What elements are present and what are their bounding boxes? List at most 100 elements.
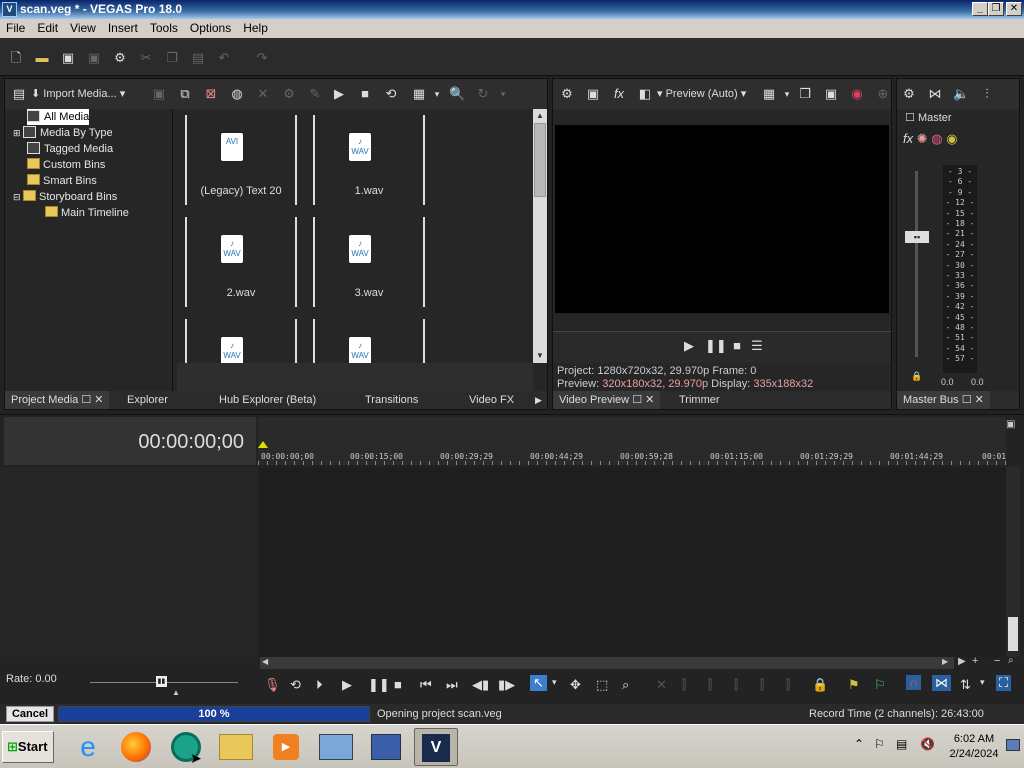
scroll-right-icon[interactable]: ▶ <box>942 657 948 666</box>
media-thumb[interactable]: AVI (Legacy) Text 20 <box>177 115 305 217</box>
preview-stop-icon[interactable]: ■ <box>729 338 745 354</box>
bypass-fx-icon[interactable]: ◉ <box>946 131 957 146</box>
envelope-tool-icon[interactable]: ✥ <box>570 677 581 693</box>
preview-menu-icon[interactable]: ☰ <box>749 338 765 354</box>
mute-speaker-icon[interactable]: 🔈 <box>953 86 969 102</box>
ripple-edit-icon[interactable]: ⇅ <box>960 677 971 693</box>
undo-icon[interactable]: ↶ <box>216 50 232 66</box>
tab-transitions[interactable]: Transitions <box>365 391 418 409</box>
new-project-icon[interactable]: 🗋 <box>8 50 24 66</box>
volume-muted-icon[interactable]: 🔇 <box>920 737 935 751</box>
views-icon[interactable]: ▦ <box>411 86 427 102</box>
media-thumb[interactable]: ♪ WAV 3.wav <box>305 217 433 319</box>
record-icon[interactable]: ◉ <box>849 86 865 102</box>
tree-item-main-timeline[interactable]: Main Timeline <box>45 205 129 221</box>
play-from-start-icon[interactable]: ⏵ <box>316 677 323 693</box>
zoom-tool-icon[interactable]: ⌕ <box>1008 655 1014 666</box>
normal-edit-tool-icon[interactable]: ↖ <box>530 675 547 691</box>
tab-video-preview[interactable]: Video Preview ☐ ✕ <box>553 391 661 409</box>
go-to-end-icon[interactable]: ⏭ <box>446 677 458 693</box>
menu-help[interactable]: Help <box>237 19 274 38</box>
lock-icon[interactable]: 🔒 <box>911 371 922 382</box>
overlays-grid-icon[interactable]: ▦ <box>761 86 777 102</box>
internet-explorer-icon[interactable]: e <box>66 728 110 766</box>
trim-end-icon[interactable]: ⫿ <box>708 677 712 693</box>
media-fx-icon[interactable]: ◍ <box>229 86 245 102</box>
maximize-icon[interactable]: ☐ <box>81 394 91 406</box>
video-preview-screen[interactable] <box>555 125 889 313</box>
restore-button[interactable]: ❐ <box>988 2 1004 16</box>
media-generator-icon[interactable]: ✎ <box>307 86 323 102</box>
media-thumb[interactable]: ♪ WAV 2.wav <box>177 217 305 319</box>
minimize-button[interactable]: _ <box>972 2 988 16</box>
collapse-icon[interactable]: ⊟ <box>13 189 23 205</box>
timeline-hscroll[interactable]: ◀ ▶ <box>260 657 954 669</box>
split-screen-icon[interactable]: ◧ <box>637 86 653 102</box>
menu-view[interactable]: View <box>64 19 102 38</box>
mixer-settings-icon[interactable]: ⚙ <box>901 86 917 102</box>
search-icon[interactable]: 🔍 <box>449 86 465 102</box>
tree-item-media-by-type[interactable]: ⊞ Media By Type <box>13 125 113 141</box>
media-thumb[interactable]: ♪ WAV <box>177 319 305 363</box>
preview-quality-dropdown[interactable]: ▾ Preview (Auto) ▾ <box>657 85 746 103</box>
scroll-thumb[interactable] <box>534 123 546 197</box>
media-player-icon[interactable]: ▶ <box>264 728 308 766</box>
lock-icon[interactable]: ⛶ <box>996 675 1012 691</box>
close-button[interactable]: ✕ <box>1006 2 1022 16</box>
timeline-menu-icon[interactable]: ▣ <box>1006 419 1015 430</box>
security-icon[interactable] <box>364 728 408 766</box>
faders-icon[interactable]: ⫶ <box>979 86 995 102</box>
lock-envelopes-icon[interactable]: 🔒 <box>812 677 828 693</box>
network-icon[interactable]: ▤ <box>896 737 907 751</box>
close-icon[interactable]: ✕ <box>94 394 103 406</box>
plugin-icon[interactable]: ✺ <box>917 131 928 146</box>
zoom-out-icon[interactable]: − <box>994 655 1000 667</box>
refresh-dropdown-icon[interactable]: ▾ <box>495 86 511 102</box>
insert-region-icon[interactable]: ⚐ <box>874 677 886 693</box>
stop-icon[interactable]: ■ <box>394 677 402 692</box>
auto-crossfade-icon[interactable]: ⋈ <box>932 675 951 691</box>
media-thumb[interactable]: ♪ WAV 1.wav <box>305 115 433 217</box>
menu-file[interactable]: File <box>0 19 31 38</box>
close-icon[interactable]: ✕ <box>645 394 654 406</box>
scroll-down-icon[interactable]: ▼ <box>533 349 547 363</box>
paste-icon[interactable]: ▤ <box>190 50 206 66</box>
tabs-scroll-right-icon[interactable]: ▶ <box>535 391 542 409</box>
cut-icon[interactable]: ✂ <box>138 50 154 66</box>
show-desktop-icon[interactable] <box>1006 739 1020 751</box>
views-dropdown-icon[interactable]: ▾ <box>429 86 445 102</box>
track-header-area[interactable] <box>0 467 258 657</box>
insert-fx-icon[interactable]: ◍ <box>931 131 942 146</box>
expand-icon[interactable]: ⊞ <box>13 125 23 141</box>
capture-icon[interactable]: ▣ <box>151 86 167 102</box>
video-fx-icon[interactable]: fx <box>611 86 627 102</box>
play-icon[interactable]: ▶ <box>331 86 347 102</box>
chrome-like-icon[interactable]: ➤ <box>164 728 208 766</box>
delete-tool-icon[interactable]: ✕ <box>656 677 667 693</box>
menu-tools[interactable]: Tools <box>144 19 184 38</box>
timecode-display[interactable]: 00:00:00;00 <box>138 431 244 454</box>
split-icon[interactable]: ⫿ <box>734 677 738 693</box>
tab-trimmer[interactable]: Trimmer <box>679 391 720 409</box>
save-icon[interactable]: ▣ <box>60 50 76 66</box>
firefox-icon[interactable] <box>114 728 158 766</box>
overlays-dropdown-icon[interactable]: ▾ <box>779 86 795 102</box>
master-checkbox[interactable]: ☐ <box>905 112 915 124</box>
rate-slider-handle[interactable]: ▮▮ <box>156 676 167 687</box>
tree-item-tagged-media[interactable]: Tagged Media <box>27 141 113 157</box>
refresh-icon[interactable]: ↻ <box>475 86 491 102</box>
settings-gear-icon[interactable]: ⚙ <box>112 50 128 66</box>
master-fader-handle[interactable]: ▪▪ <box>905 231 929 243</box>
loop-icon[interactable]: ⟲ <box>290 677 301 693</box>
media-scrollbar[interactable]: ▲ ▼ <box>533 109 547 363</box>
trim-icon[interactable]: ⫿ <box>760 677 764 693</box>
master-fx-icon[interactable]: fx <box>903 131 913 146</box>
timeline-vscroll[interactable] <box>1006 467 1020 657</box>
previous-frame-icon[interactable]: ◀▮ <box>472 677 489 693</box>
go-to-start-icon[interactable]: ⏮ <box>420 677 432 693</box>
scroll-left-icon[interactable]: ◀ <box>262 657 268 666</box>
media-thumb[interactable]: ♪ WAV <box>305 319 433 363</box>
tree-item-smart-bins[interactable]: Smart Bins <box>27 173 97 189</box>
maximize-icon[interactable]: ☐ <box>632 394 642 406</box>
menu-options[interactable]: Options <box>184 19 237 38</box>
